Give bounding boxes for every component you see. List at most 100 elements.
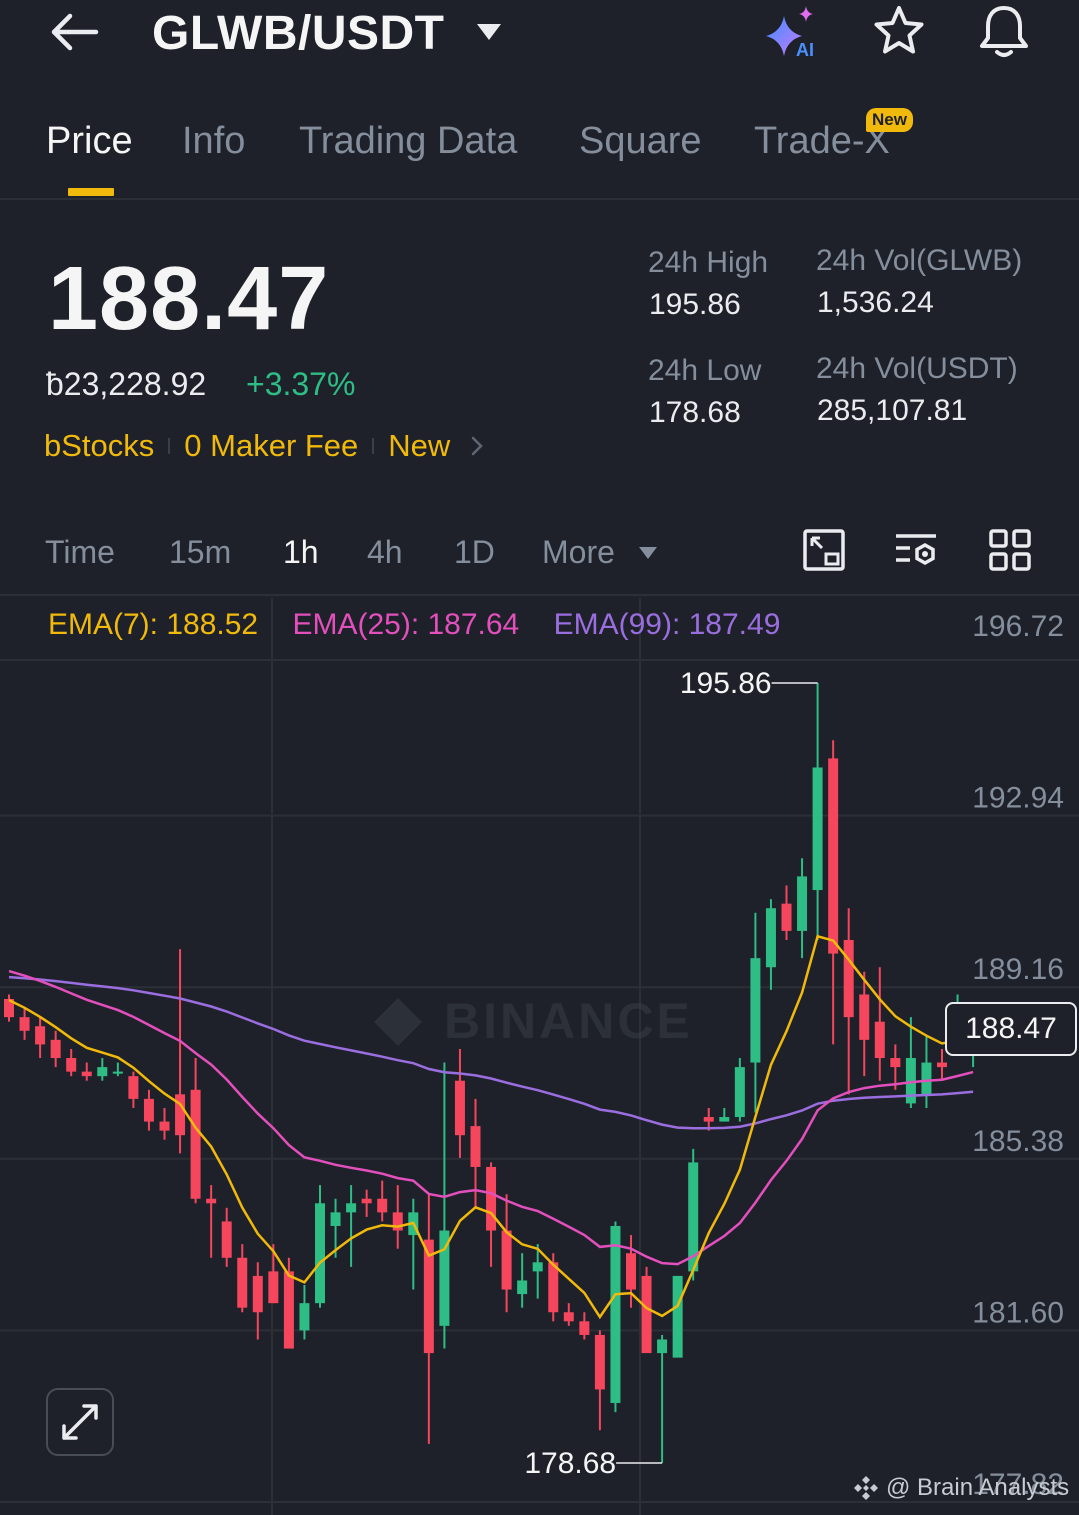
candlestick-chart[interactable]: BINANCE 195.86 178.68 196.72 192.94 189.16…	[0, 598, 1079, 1515]
candle-body	[252, 1275, 263, 1313]
notification-button[interactable]	[976, 2, 1032, 60]
interval-bar: Time 15m 1h 4h 1D More	[0, 520, 1079, 596]
caret-down-icon[interactable]	[638, 546, 658, 560]
candle-body	[50, 1039, 61, 1059]
chart-watermark: BINANCE	[444, 993, 693, 1049]
candle-body	[797, 876, 808, 931]
indicator-settings-icon[interactable]	[894, 528, 938, 572]
tab-info[interactable]: Info	[182, 120, 245, 163]
tag-new[interactable]: New	[388, 428, 450, 464]
candle-body	[579, 1321, 590, 1335]
interval-1h[interactable]: 1h	[283, 534, 319, 571]
candle-body	[190, 1089, 201, 1199]
candle-body	[361, 1198, 372, 1204]
tab-square[interactable]: Square	[579, 120, 702, 163]
ema7-label: EMA(7): 188.52	[48, 608, 259, 641]
candle-body	[128, 1076, 139, 1099]
stat-vol-base-value: 1,536.24	[817, 286, 934, 319]
y-tick-label: 192.94	[972, 782, 1064, 815]
last-price: 188.47	[48, 249, 330, 349]
ai-assistant-button[interactable]: AI	[762, 2, 828, 62]
interval-more[interactable]: More	[542, 534, 615, 571]
candle-body	[937, 1062, 947, 1068]
tab-price[interactable]: Price	[46, 120, 133, 163]
back-button[interactable]	[44, 6, 104, 58]
candle-body	[921, 1062, 932, 1095]
candle-body	[641, 1275, 652, 1354]
favorite-button[interactable]	[872, 4, 926, 58]
chevron-right-icon[interactable]	[470, 435, 484, 457]
candle-body	[874, 1021, 885, 1059]
active-tab-indicator	[68, 188, 114, 196]
candle-body	[672, 1275, 683, 1358]
fiat-price: ƀ23,228.92	[46, 366, 207, 402]
candle-body	[486, 1166, 497, 1231]
tag-bstocks[interactable]: bStocks	[44, 428, 154, 464]
candle-body	[346, 1203, 357, 1213]
star-icon	[874, 6, 924, 54]
candle-body	[563, 1312, 574, 1322]
candle-body	[532, 1262, 543, 1272]
binance-logo-icon	[854, 1476, 878, 1500]
extreme-markers: 195.86 178.68	[524, 667, 818, 1480]
candle-body	[859, 994, 870, 1040]
tag-row[interactable]: bStocks 0 Maker Fee New	[44, 428, 484, 464]
low-marker-label: 178.68	[524, 1447, 616, 1480]
pair-title[interactable]: GLWB/USDT	[152, 6, 444, 61]
stat-high-label: 24h High	[648, 246, 769, 279]
caret-down-icon[interactable]	[476, 22, 502, 42]
candle-body	[66, 1058, 77, 1072]
candle-body	[377, 1198, 388, 1213]
ai-sparkle-icon: AI	[766, 6, 814, 60]
bell-icon	[980, 6, 1028, 57]
candle-body	[890, 1058, 901, 1068]
ema-legend: EMA(7): 188.52 EMA(25): 187.64 EMA(99): …	[48, 608, 806, 642]
chart-grid	[0, 598, 1079, 1515]
top-bar: GLWB/USDT AI	[0, 0, 1079, 80]
candle-body	[657, 1339, 668, 1354]
ai-label: AI	[796, 40, 814, 60]
tag-maker-fee[interactable]: 0 Maker Fee	[184, 428, 358, 464]
interval-4h[interactable]: 4h	[367, 534, 403, 571]
candle-body	[626, 1253, 636, 1290]
ema99-label: EMA(99): 187.49	[553, 608, 781, 641]
candle-body	[81, 1071, 92, 1077]
last-price-tag: 188.47	[945, 1002, 1077, 1056]
candle-body	[703, 1117, 714, 1122]
candle-body	[330, 1212, 341, 1226]
candle-body	[594, 1334, 605, 1390]
candle-body	[143, 1098, 154, 1122]
y-tick-label: 189.16	[972, 953, 1064, 986]
arrow-left-icon	[51, 13, 99, 51]
stat-high-value: 195.86	[649, 288, 741, 321]
stat-vol-base-label: 24h Vol(GLWB)	[816, 244, 1023, 277]
interval-15m[interactable]: 15m	[169, 534, 231, 571]
grid-layout-icon[interactable]	[988, 528, 1032, 572]
candle-body	[734, 1067, 745, 1118]
interval-time[interactable]: Time	[45, 534, 115, 571]
stat-vol-quote-value: 285,107.81	[817, 394, 968, 427]
watermark-logo: BINANCE	[374, 993, 693, 1049]
candle-body	[719, 1117, 730, 1122]
candle-body	[812, 767, 823, 891]
high-marker-label: 195.86	[680, 667, 772, 700]
chart-view-icon[interactable]	[802, 528, 846, 572]
candle-body	[610, 1225, 621, 1404]
tab-trading-data[interactable]: Trading Data	[299, 120, 517, 163]
new-badge: New	[866, 108, 913, 132]
candle-body	[159, 1121, 170, 1131]
fullscreen-button[interactable]	[46, 1388, 114, 1456]
candle-body	[221, 1221, 232, 1258]
candle-body	[828, 758, 839, 954]
interval-1d[interactable]: 1D	[454, 534, 495, 571]
stat-low-label: 24h Low	[648, 354, 762, 387]
candle-body	[315, 1203, 325, 1304]
candle-body	[237, 1257, 248, 1308]
y-tick-label: 196.72	[972, 610, 1064, 643]
candle-body	[19, 1017, 30, 1031]
candle-body	[268, 1271, 279, 1304]
candle-body	[112, 1071, 123, 1074]
price-change-percent: +3.37%	[246, 366, 356, 402]
candle-body	[97, 1067, 108, 1077]
candle-body	[843, 939, 854, 1018]
